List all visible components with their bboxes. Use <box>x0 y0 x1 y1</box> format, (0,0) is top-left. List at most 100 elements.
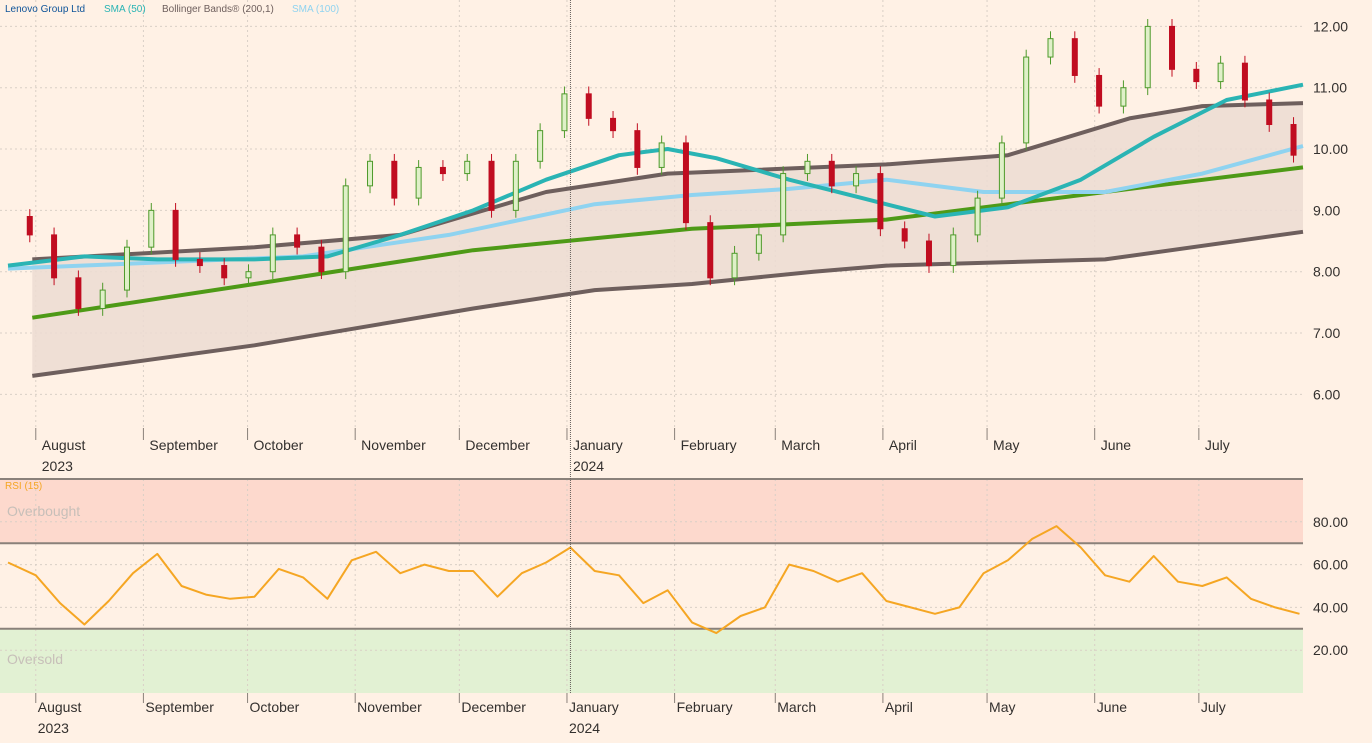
candle-body <box>196 258 203 267</box>
candle-body <box>512 160 519 211</box>
chart-canvas: 12.00 11.00 10.00 9.00 8.00 7.00 6.00 August 20… <box>0 0 1348 736</box>
rsi-month-label: September <box>145 699 214 715</box>
candle-body <box>537 130 544 162</box>
oversold-zone <box>0 628 1303 693</box>
candle-body <box>610 117 617 132</box>
month-label: October <box>254 437 304 453</box>
candle-body <box>488 160 495 211</box>
candle-body <box>1241 62 1248 101</box>
candle-body <box>682 142 689 224</box>
candle-body <box>1023 56 1030 144</box>
candle-body <box>561 93 568 132</box>
candle-body <box>1047 38 1054 58</box>
candle-body <box>415 166 422 199</box>
candle-body <box>367 160 374 187</box>
candle-body <box>342 185 349 273</box>
candle-body <box>731 252 738 279</box>
price-tick-label: 12.00 <box>1313 18 1348 34</box>
price-tick-label: 11.00 <box>1313 80 1347 96</box>
rsi-month-label: November <box>357 699 422 715</box>
candle-body <box>925 240 932 267</box>
month-label: September <box>149 437 218 453</box>
month-label: June <box>1101 437 1132 453</box>
overbought-zone <box>0 479 1303 544</box>
candle-body <box>1169 25 1176 70</box>
month-label: December <box>465 437 530 453</box>
rsi-y-axis: 80.00 60.00 40.00 20.00 <box>1313 514 1348 658</box>
price-tick-label: 8.00 <box>1313 264 1340 280</box>
month-label: May <box>993 437 1019 453</box>
candle-body <box>780 173 787 236</box>
price-tick-label: 7.00 <box>1313 325 1340 341</box>
candle-body <box>998 142 1005 199</box>
price-tick-label: 10.00 <box>1313 141 1348 157</box>
candle-body <box>269 234 276 273</box>
month-label: July <box>1205 437 1230 453</box>
legend-sma50: SMA (50) <box>104 4 146 15</box>
candle-body <box>1071 38 1078 76</box>
rsi-month-label: January <box>569 699 619 715</box>
month-label: January <box>573 437 623 453</box>
price-x-axis: August 2023 September October November Decemb… <box>35 428 1230 474</box>
candle-body <box>877 173 884 230</box>
rsi-month-label: April <box>885 699 913 715</box>
candle-body <box>221 265 228 279</box>
candle-body <box>901 228 908 242</box>
candle-body <box>755 234 762 254</box>
price-tick-label: 6.00 <box>1313 386 1340 402</box>
candle-body <box>950 234 957 267</box>
oversold-label: Oversold <box>7 651 63 667</box>
bollinger-band-fill <box>32 103 1303 376</box>
candle-body <box>99 289 106 309</box>
candle-body <box>1096 74 1103 107</box>
rsi-year-label: 2024 <box>569 720 600 736</box>
candle-body <box>1266 99 1273 126</box>
rsi-month-label: February <box>677 699 733 715</box>
candle-body <box>294 234 301 248</box>
rsi-title: RSI (15) <box>5 481 42 492</box>
candle-body <box>26 216 33 236</box>
candle-body <box>172 209 179 260</box>
candle-body <box>974 197 981 236</box>
legend-sma100: SMA (100) <box>292 4 339 15</box>
rsi-tick-label: 20.00 <box>1313 642 1348 658</box>
year-label: 2024 <box>573 458 604 474</box>
rsi-month-label: May <box>989 699 1015 715</box>
candle-body <box>464 160 471 175</box>
rsi-tick-label: 80.00 <box>1313 514 1348 530</box>
legend-bollinger: Bollinger Bands® (200,1) <box>162 4 274 15</box>
price-y-axis: 12.00 11.00 10.00 9.00 8.00 7.00 6.00 <box>1313 18 1348 402</box>
rsi-tick-label: 60.00 <box>1313 557 1348 573</box>
year-label: 2023 <box>42 458 73 474</box>
rsi-tick-label: 40.00 <box>1313 599 1348 615</box>
month-label: November <box>361 437 426 453</box>
candle-body <box>75 277 82 309</box>
candle-body <box>148 209 155 248</box>
candle-body <box>1290 124 1297 156</box>
candle-body <box>828 160 835 187</box>
month-label: August <box>42 437 86 453</box>
month-label: March <box>781 437 820 453</box>
candle-body <box>853 173 860 187</box>
candle-body <box>804 160 811 175</box>
candle-body <box>318 246 325 273</box>
candle-body <box>585 93 592 119</box>
rsi-month-label: December <box>461 699 526 715</box>
rsi-month-label: March <box>777 699 816 715</box>
candle-body <box>245 271 252 279</box>
rsi-month-label: July <box>1201 699 1226 715</box>
candle-body <box>658 142 665 168</box>
candle-body <box>1193 68 1200 83</box>
candle-body <box>439 166 446 175</box>
overbought-label: Overbought <box>7 503 80 519</box>
rsi-year-label: 2023 <box>38 720 69 736</box>
month-label: April <box>889 437 917 453</box>
legend: Lenovo Group Ltd SMA (50) Bollinger Band… <box>5 4 339 15</box>
legend-lenovo: Lenovo Group Ltd <box>5 4 85 15</box>
candle-body <box>123 246 130 291</box>
rsi-month-label: June <box>1097 699 1128 715</box>
candle-body <box>391 160 398 199</box>
month-label: February <box>681 437 737 453</box>
candle-body <box>51 234 58 279</box>
rsi-month-label: August <box>38 699 82 715</box>
